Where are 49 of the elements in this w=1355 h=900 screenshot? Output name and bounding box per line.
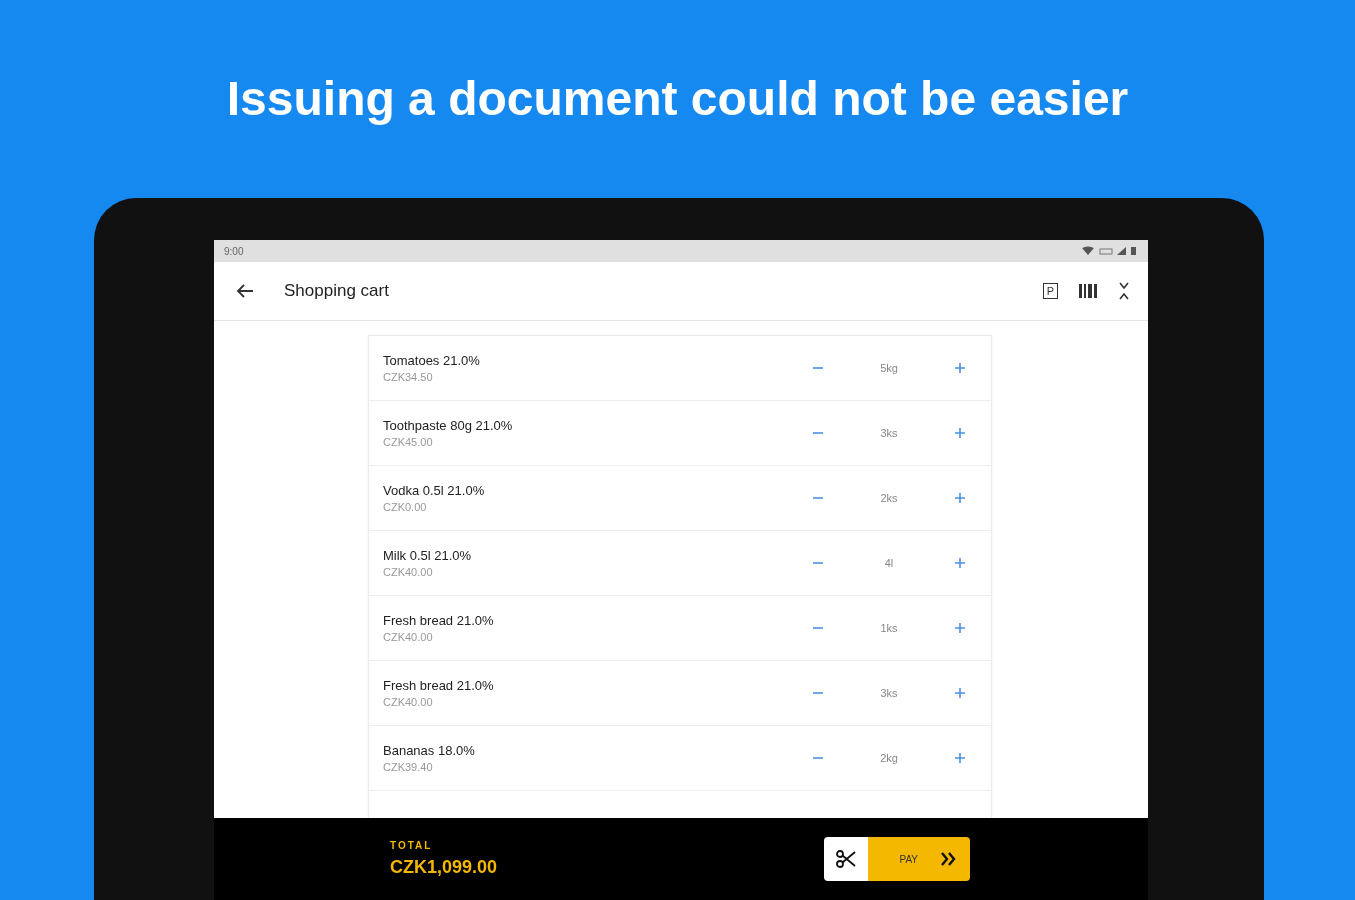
item-price: CZK40.00 — [383, 566, 434, 578]
item-name: Toothpaste 80g 21.0% — [383, 418, 514, 433]
status-time: 9:00 — [224, 245, 244, 257]
cart-item[interactable]: Milk 0.5l 21.0% CZK40.00 4l — [369, 531, 991, 596]
plus-icon[interactable] — [954, 752, 966, 764]
headline: Issuing a document could not be easier — [226, 71, 1129, 127]
scissors-button[interactable] — [824, 837, 868, 881]
signal-battery-icon — [1080, 246, 1138, 256]
item-name: Vodka 0.5l 21.0% — [383, 483, 486, 498]
plus-icon[interactable] — [954, 622, 966, 634]
double-chevron-icon — [940, 851, 958, 867]
item-name: Milk 0.5l 21.0% — [383, 548, 473, 563]
plus-icon[interactable] — [954, 427, 966, 439]
cart-item[interactable]: Vodka 0.5l 21.0% CZK0.00 2ks — [369, 466, 991, 531]
item-quantity: 3ks — [879, 687, 899, 699]
plus-icon[interactable] — [954, 687, 966, 699]
cart-item[interactable]: Toothpaste 80g 21.0% CZK45.00 3ks — [369, 401, 991, 466]
item-price: CZK40.00 — [383, 631, 434, 643]
item-price: CZK39.40 — [383, 761, 434, 773]
item-quantity: 2kg — [879, 752, 899, 764]
plus-icon[interactable] — [954, 492, 966, 504]
item-quantity: 3ks — [879, 427, 899, 439]
plus-icon[interactable] — [954, 362, 966, 374]
item-quantity: 2ks — [879, 492, 899, 504]
parking-icon[interactable]: P — [1042, 283, 1058, 299]
item-price: CZK34.50 — [383, 371, 434, 383]
cart-item[interactable]: Fresh bread 21.0% CZK40.00 1ks — [369, 596, 991, 661]
screen-title: Shopping cart — [284, 281, 390, 301]
collapse-icon[interactable] — [1118, 282, 1130, 300]
item-quantity: 4l — [883, 557, 895, 569]
plus-icon[interactable] — [954, 557, 966, 569]
item-name: Bananas 18.0% — [383, 743, 476, 758]
back-arrow-icon[interactable] — [236, 283, 254, 299]
item-quantity: 1ks — [879, 622, 899, 634]
item-price: CZK40.00 — [383, 696, 434, 708]
pay-button[interactable]: PAY — [868, 837, 970, 881]
item-price: CZK45.00 — [383, 436, 434, 448]
item-name: Fresh bread 21.0% — [383, 613, 495, 628]
cart-item[interactable]: Fresh bread 21.0% CZK40.00 3ks — [369, 661, 991, 726]
barcode-icon[interactable] — [1078, 283, 1098, 299]
cart-item[interactable]: Tomatoes 21.0% CZK34.50 5kg — [369, 336, 991, 401]
item-name: Tomatoes 21.0% — [383, 353, 481, 368]
item-price: CZK0.00 — [383, 501, 428, 513]
cart-item[interactable]: Bananas 18.0% CZK39.40 2kg — [369, 726, 991, 791]
item-name: Fresh bread 21.0% — [383, 678, 495, 693]
total-amount: CZK1,099.00 — [390, 857, 498, 878]
scissors-icon — [836, 849, 856, 869]
item-quantity: 5kg — [879, 362, 899, 374]
total-label: TOTAL — [390, 840, 434, 851]
